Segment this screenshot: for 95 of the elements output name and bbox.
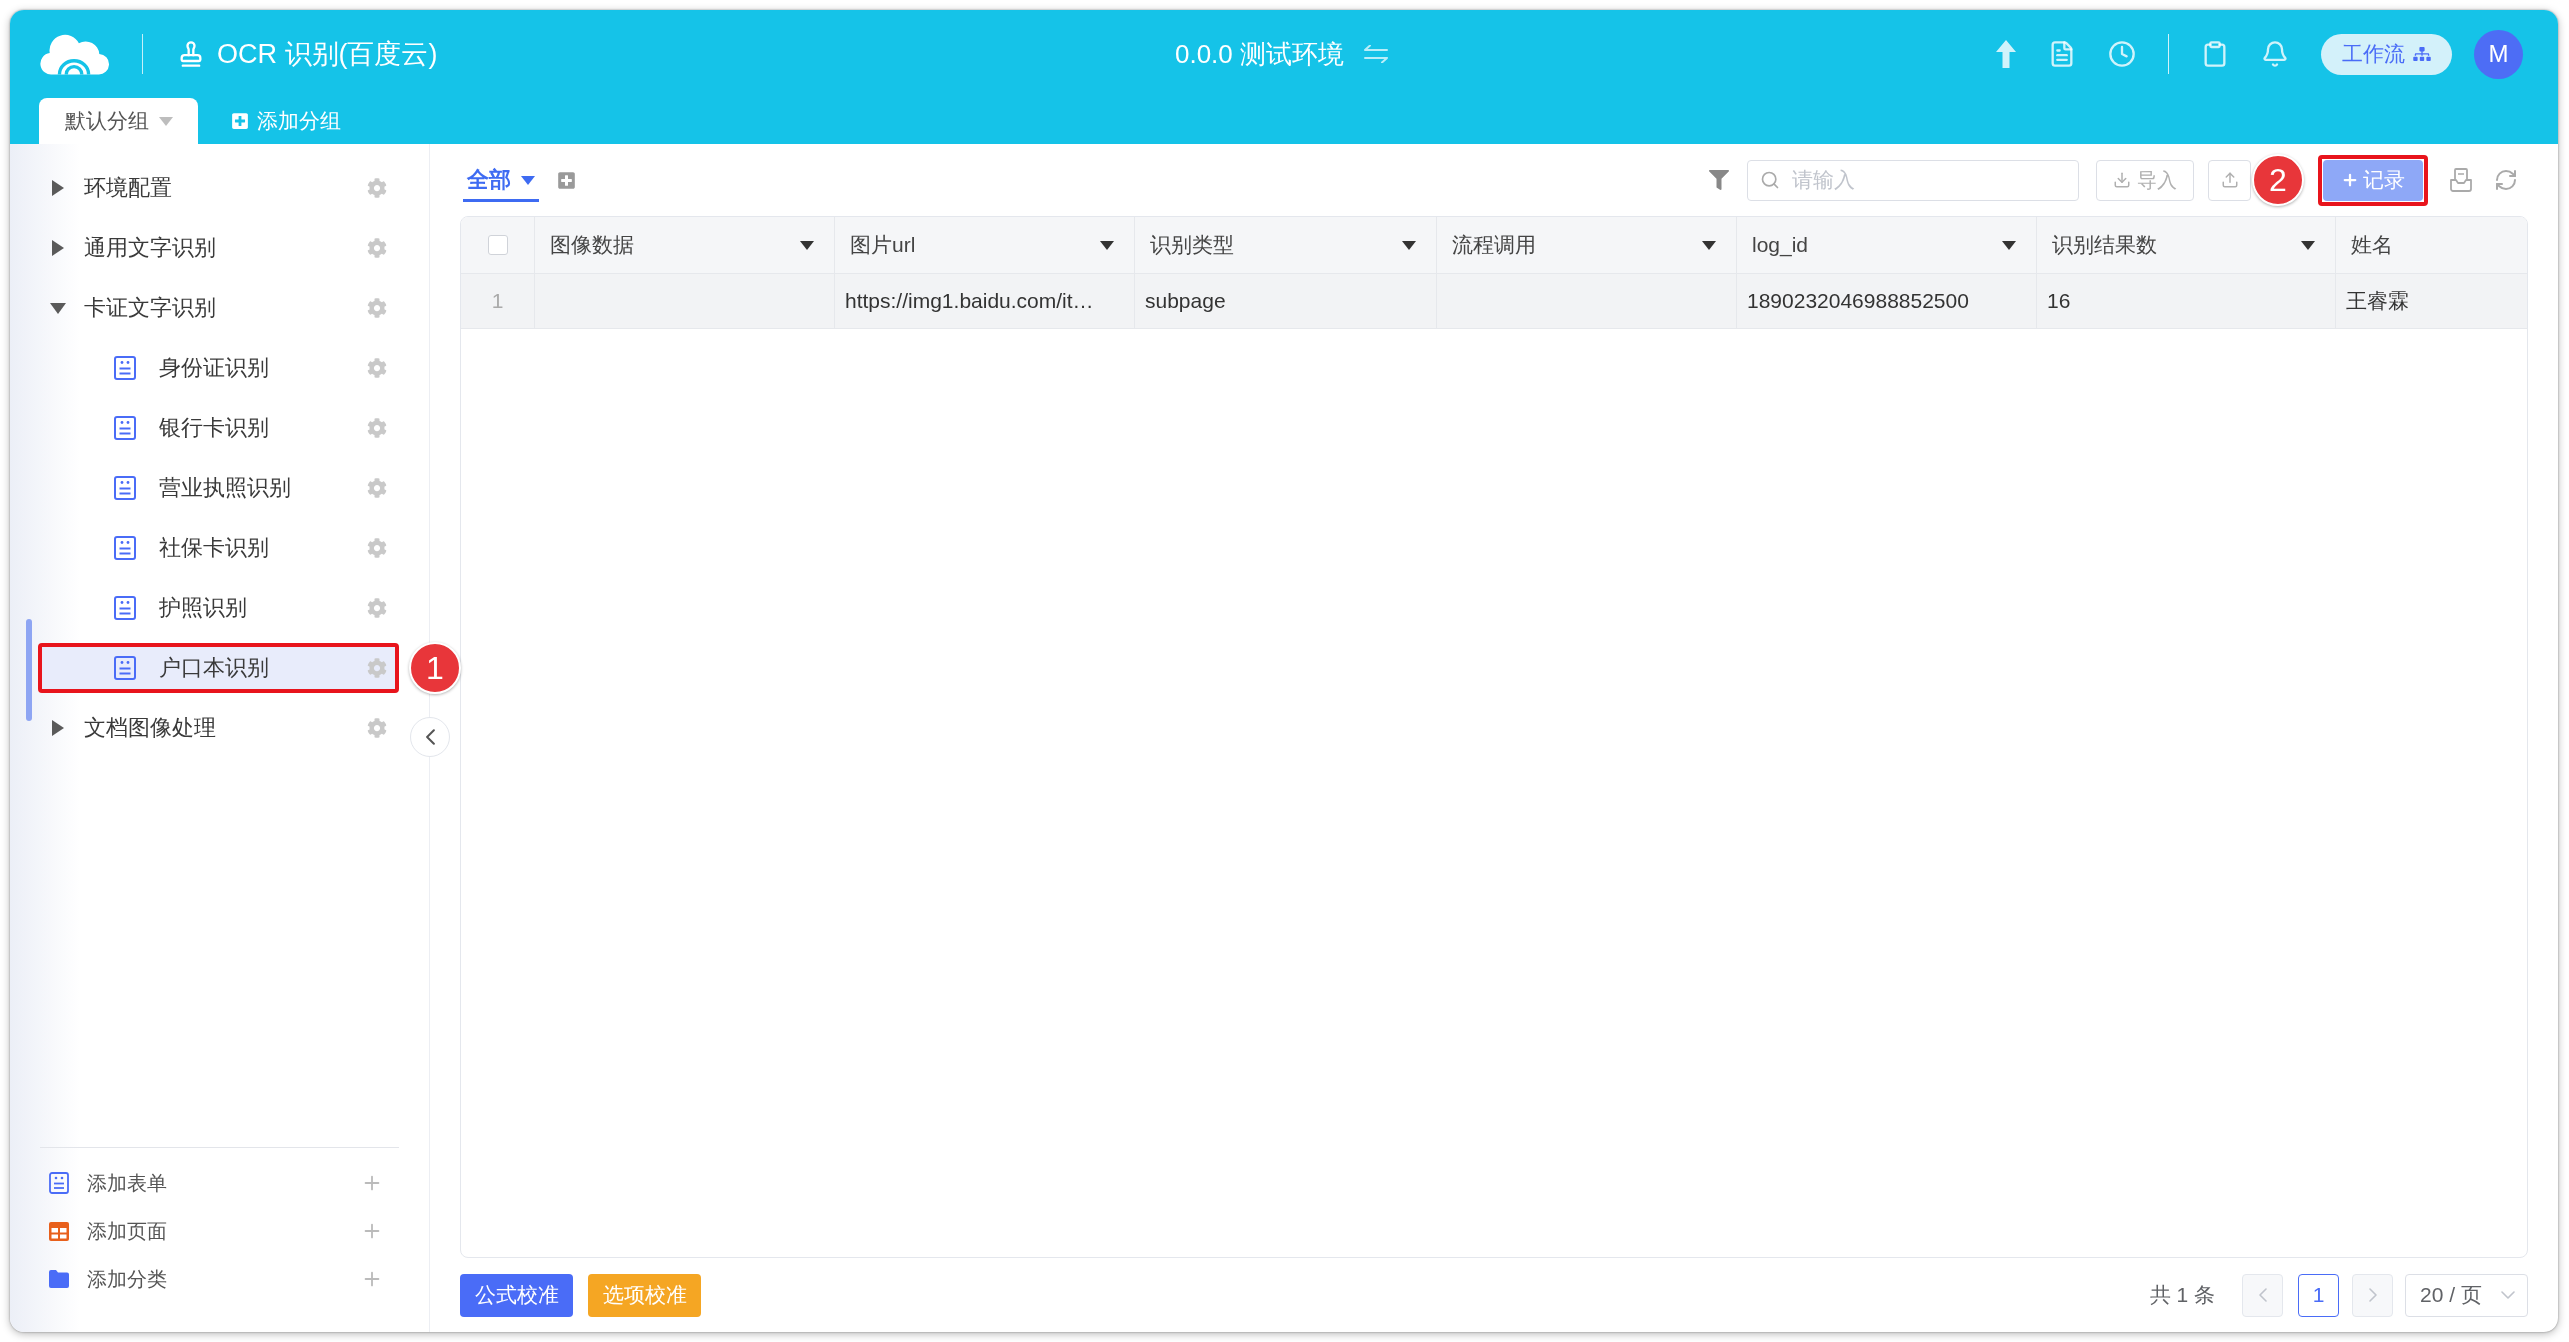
search-icon bbox=[1760, 170, 1780, 190]
caret-right-icon[interactable] bbox=[52, 180, 64, 196]
environment-label: 0.0.0 测试环境 bbox=[1174, 37, 1345, 71]
chevron-down-icon bbox=[2501, 1291, 2515, 1299]
table-cell-text: 王睿霖 bbox=[2345, 288, 2410, 314]
form-icon bbox=[114, 656, 136, 680]
folder-icon bbox=[49, 1270, 69, 1288]
caret-right-icon[interactable] bbox=[52, 240, 64, 256]
tree-group-item[interactable]: 文档图像处理 bbox=[38, 703, 399, 753]
caret-down-icon[interactable] bbox=[2301, 240, 2315, 250]
caret-down-icon bbox=[158, 116, 173, 126]
filter-icon[interactable] bbox=[1709, 170, 1729, 190]
column-header[interactable]: 姓名 bbox=[2336, 217, 2527, 273]
form-icon bbox=[114, 416, 136, 440]
add-action-item[interactable]: 添加分类 bbox=[40, 1255, 399, 1303]
add-view-icon[interactable] bbox=[557, 170, 576, 190]
notification-bell-icon[interactable] bbox=[2261, 40, 2289, 68]
form-icon bbox=[114, 536, 136, 560]
form-icon bbox=[114, 356, 136, 380]
arrow-up-icon[interactable] bbox=[1996, 40, 2016, 68]
total-count: 共 1 条 bbox=[2149, 1282, 2215, 1308]
table-cell: 16 bbox=[2037, 274, 2336, 328]
caret-down-icon[interactable] bbox=[1402, 240, 1416, 250]
view-tab[interactable]: 全部 bbox=[463, 158, 539, 202]
select-all-checkbox[interactable] bbox=[487, 235, 508, 255]
cloud-logo[interactable] bbox=[40, 33, 110, 75]
column-header[interactable]: 识别类型 bbox=[1135, 217, 1437, 273]
caret-down-icon[interactable] bbox=[50, 302, 66, 314]
tree-item[interactable]: 护照识别 bbox=[38, 583, 399, 633]
table-row[interactable]: 1 https://img1.baidu.com/it… subpage 1890232046988852500 16 王睿霖 bbox=[461, 274, 2527, 329]
column-header[interactable]: 图片url bbox=[835, 217, 1135, 273]
tree-item[interactable]: 营业执照识别 bbox=[38, 463, 399, 513]
tree-item[interactable]: 社保卡识别 bbox=[38, 523, 399, 573]
settings-icon[interactable] bbox=[367, 538, 387, 558]
user-avatar[interactable]: M bbox=[2474, 29, 2523, 79]
workflow-button[interactable]: 工作流 bbox=[2321, 33, 2452, 75]
caret-down-icon[interactable] bbox=[800, 240, 814, 250]
chevron-left-icon bbox=[2258, 1288, 2267, 1302]
chevron-right-icon bbox=[2368, 1288, 2377, 1302]
tree-group-item[interactable]: 通用文字识别 bbox=[38, 223, 399, 273]
page-size-select[interactable]: 20 / 页 bbox=[2405, 1273, 2528, 1317]
document-tray-icon[interactable] bbox=[2450, 168, 2472, 192]
download-icon bbox=[2113, 171, 2131, 189]
collapse-sidebar-button[interactable] bbox=[410, 717, 450, 757]
action-button[interactable]: 公式校准 bbox=[460, 1273, 573, 1317]
column-header[interactable]: 识别结果数 bbox=[2037, 217, 2336, 273]
app-title: OCR 识别(百度云) bbox=[217, 38, 438, 71]
caret-down-icon bbox=[521, 175, 535, 185]
settings-icon[interactable] bbox=[367, 658, 387, 678]
swap-icon[interactable] bbox=[1364, 45, 1389, 63]
tree-item[interactable]: 户口本识别 bbox=[38, 643, 399, 693]
table-cell: subpage bbox=[1135, 274, 1437, 328]
settings-icon[interactable] bbox=[367, 298, 387, 318]
add-action-item[interactable]: 添加表单 bbox=[40, 1159, 399, 1207]
upload-icon bbox=[2220, 171, 2239, 189]
form-icon bbox=[114, 476, 136, 500]
table-cell: https://img1.baidu.com/it… bbox=[835, 274, 1135, 328]
row-number: 1 bbox=[491, 289, 504, 313]
search-field[interactable]: 请输入 bbox=[1747, 159, 2079, 201]
settings-icon[interactable] bbox=[367, 358, 387, 378]
plus-icon bbox=[2341, 171, 2359, 189]
settings-icon[interactable] bbox=[367, 478, 387, 498]
caret-down-icon[interactable] bbox=[2002, 240, 2016, 250]
next-page-button[interactable] bbox=[2352, 1273, 2393, 1317]
settings-icon[interactable] bbox=[367, 418, 387, 438]
add-action-item[interactable]: 添加页面 bbox=[40, 1207, 399, 1255]
settings-icon[interactable] bbox=[367, 598, 387, 618]
sitemap-icon bbox=[2413, 47, 2431, 61]
scrollbar-thumb[interactable] bbox=[26, 619, 32, 721]
caret-down-icon[interactable] bbox=[1100, 240, 1114, 250]
column-header[interactable]: 流程调用 bbox=[1437, 217, 1737, 273]
form-icon bbox=[114, 596, 136, 620]
caret-down-icon[interactable] bbox=[1702, 240, 1716, 250]
clock-icon[interactable] bbox=[2108, 40, 2136, 68]
group-tab[interactable]: 默认分组 bbox=[39, 98, 198, 144]
form-icon bbox=[49, 1172, 69, 1194]
settings-icon[interactable] bbox=[367, 238, 387, 258]
callout-number-badge: 2 bbox=[2252, 154, 2304, 206]
export-button[interactable] bbox=[2208, 159, 2251, 201]
tree-item[interactable]: 身份证识别 bbox=[38, 343, 399, 393]
tree-group-item[interactable]: 卡证文字识别 bbox=[38, 283, 399, 333]
table-icon bbox=[49, 1221, 69, 1241]
column-header[interactable]: log_id bbox=[1737, 217, 2037, 273]
refresh-icon[interactable] bbox=[2494, 168, 2518, 192]
settings-icon[interactable] bbox=[367, 718, 387, 738]
settings-icon[interactable] bbox=[367, 178, 387, 198]
callout-number-badge: 1 bbox=[409, 642, 461, 694]
page-button[interactable]: 1 bbox=[2298, 1273, 2339, 1317]
tree-item[interactable]: 银行卡识别 bbox=[38, 403, 399, 453]
table-cell: 1890232046988852500 bbox=[1737, 274, 2037, 328]
caret-right-icon[interactable] bbox=[52, 720, 64, 736]
chevron-left-icon bbox=[425, 729, 435, 745]
column-header[interactable]: 图像数据 bbox=[535, 217, 835, 273]
previous-page-button[interactable] bbox=[2242, 1273, 2283, 1317]
tree-group-item[interactable]: 环境配置 bbox=[38, 163, 399, 213]
